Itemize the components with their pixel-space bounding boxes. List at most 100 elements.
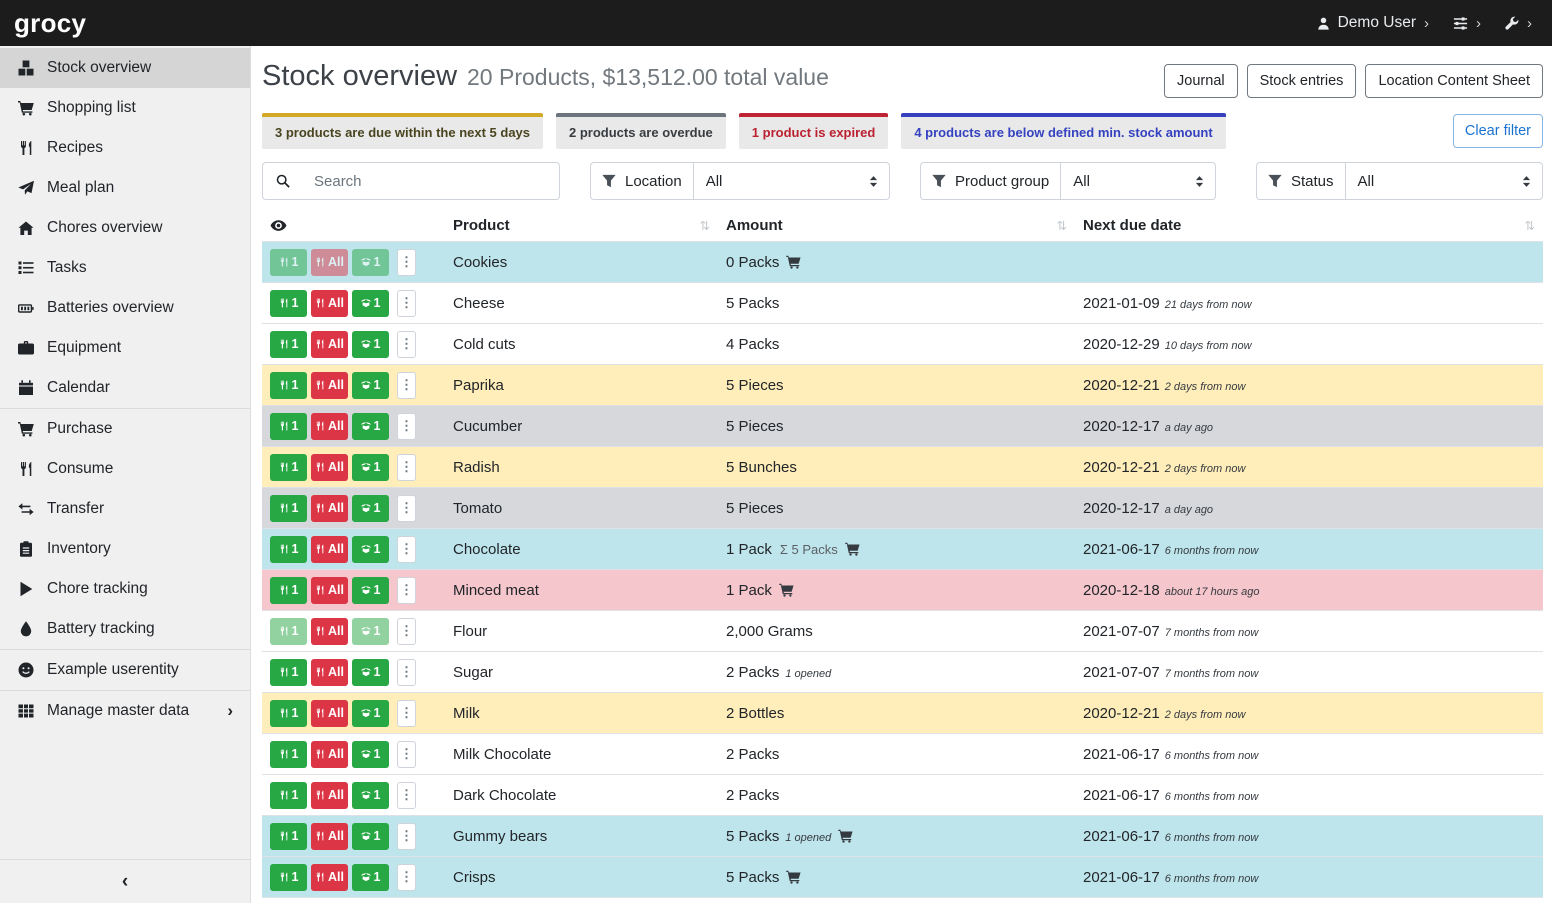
consume-one-button[interactable]: 1 xyxy=(270,331,307,358)
sidebar-item-chore-tracking[interactable]: Chore tracking xyxy=(0,569,250,609)
consume-all-button[interactable]: All xyxy=(311,331,348,358)
row-menu-button[interactable]: ⋮ xyxy=(397,249,416,276)
consume-all-button[interactable]: All xyxy=(311,454,348,481)
sidebar-item-equipment[interactable]: Equipment xyxy=(0,328,250,368)
row-menu-button[interactable]: ⋮ xyxy=(397,741,416,768)
consume-one-button[interactable]: 1 xyxy=(270,700,307,727)
open-one-button[interactable]: 1 xyxy=(352,249,389,276)
consume-one-button[interactable]: 1 xyxy=(270,495,307,522)
consume-all-button[interactable]: All xyxy=(311,290,348,317)
row-menu-button[interactable]: ⋮ xyxy=(397,577,416,604)
consume-all-button[interactable]: All xyxy=(311,495,348,522)
consume-one-button[interactable]: 1 xyxy=(270,823,307,850)
sidebar-item-recipes[interactable]: Recipes xyxy=(0,128,250,168)
open-one-button[interactable]: 1 xyxy=(352,290,389,317)
open-one-button[interactable]: 1 xyxy=(352,536,389,563)
consume-all-button[interactable]: All xyxy=(311,536,348,563)
open-one-button[interactable]: 1 xyxy=(352,864,389,891)
sidebar-item-battery-tracking[interactable]: Battery tracking xyxy=(0,609,250,649)
product-column-header[interactable]: Product ⇅ xyxy=(445,214,718,242)
row-menu-button[interactable]: ⋮ xyxy=(397,536,416,563)
status-filter-select[interactable]: All xyxy=(1346,163,1542,199)
consume-one-button[interactable]: 1 xyxy=(270,249,307,276)
location-content-sheet-button[interactable]: Location Content Sheet xyxy=(1365,64,1543,98)
consume-one-button[interactable]: 1 xyxy=(270,290,307,317)
consume-one-button[interactable]: 1 xyxy=(270,372,307,399)
open-one-button[interactable]: 1 xyxy=(352,823,389,850)
consume-one-button[interactable]: 1 xyxy=(270,741,307,768)
amount-column-header[interactable]: Amount ⇅ xyxy=(718,214,1075,242)
settings-menu[interactable]: › xyxy=(1453,16,1481,31)
row-menu-button[interactable]: ⋮ xyxy=(397,372,416,399)
consume-all-button[interactable]: All xyxy=(311,249,348,276)
open-one-button[interactable]: 1 xyxy=(352,331,389,358)
stock-entries-button[interactable]: Stock entries xyxy=(1247,64,1357,98)
row-menu-button[interactable]: ⋮ xyxy=(397,454,416,481)
location-filter-select[interactable]: All xyxy=(694,163,889,199)
row-menu-button[interactable]: ⋮ xyxy=(397,618,416,645)
status-banner-expired[interactable]: 1 product is expired xyxy=(739,113,889,149)
user-menu[interactable]: Demo User › xyxy=(1317,14,1429,32)
status-banner-overdue[interactable]: 2 products are overdue xyxy=(556,113,726,149)
open-one-button[interactable]: 1 xyxy=(352,700,389,727)
row-menu-button[interactable]: ⋮ xyxy=(397,495,416,522)
open-one-button[interactable]: 1 xyxy=(352,372,389,399)
sidebar-collapse-button[interactable]: ‹ xyxy=(0,859,250,903)
open-one-button[interactable]: 1 xyxy=(352,454,389,481)
consume-all-button[interactable]: All xyxy=(311,782,348,809)
grocy-logo[interactable]: grocy xyxy=(14,8,86,39)
open-one-button[interactable]: 1 xyxy=(352,782,389,809)
consume-one-button[interactable]: 1 xyxy=(270,864,307,891)
consume-all-button[interactable]: All xyxy=(311,741,348,768)
consume-all-button[interactable]: All xyxy=(311,577,348,604)
row-menu-button[interactable]: ⋮ xyxy=(397,413,416,440)
consume-one-button[interactable]: 1 xyxy=(270,536,307,563)
consume-one-button[interactable]: 1 xyxy=(270,782,307,809)
consume-all-button[interactable]: All xyxy=(311,864,348,891)
row-menu-button[interactable]: ⋮ xyxy=(397,864,416,891)
visibility-column-header[interactable] xyxy=(262,214,445,242)
consume-all-button[interactable]: All xyxy=(311,659,348,686)
clear-filter-button[interactable]: Clear filter xyxy=(1453,114,1543,148)
consume-one-button[interactable]: 1 xyxy=(270,413,307,440)
sidebar-item-batteries-overview[interactable]: Batteries overview xyxy=(0,288,250,328)
open-one-button[interactable]: 1 xyxy=(352,413,389,440)
consume-all-button[interactable]: All xyxy=(311,700,348,727)
search-input[interactable] xyxy=(303,163,559,199)
sidebar-item-calendar[interactable]: Calendar xyxy=(0,368,250,408)
consume-all-button[interactable]: All xyxy=(311,618,348,645)
sidebar-item-inventory[interactable]: Inventory xyxy=(0,529,250,569)
consume-one-button[interactable]: 1 xyxy=(270,659,307,686)
consume-all-button[interactable]: All xyxy=(311,372,348,399)
sidebar-item-shopping-list[interactable]: Shopping list xyxy=(0,88,250,128)
sidebar-item-meal-plan[interactable]: Meal plan xyxy=(0,168,250,208)
sidebar-item-tasks[interactable]: Tasks xyxy=(0,248,250,288)
due-date-column-header[interactable]: Next due date ⇅ xyxy=(1075,214,1543,242)
sidebar-item-manage-master-data[interactable]: Manage master data› xyxy=(0,691,250,731)
row-menu-button[interactable]: ⋮ xyxy=(397,823,416,850)
open-one-button[interactable]: 1 xyxy=(352,741,389,768)
row-menu-button[interactable]: ⋮ xyxy=(397,290,416,317)
open-one-button[interactable]: 1 xyxy=(352,577,389,604)
admin-menu[interactable]: › xyxy=(1505,16,1532,31)
sidebar-item-transfer[interactable]: Transfer xyxy=(0,489,250,529)
status-banner-belowmin[interactable]: 4 products are below defined min. stock … xyxy=(901,113,1225,149)
open-one-button[interactable]: 1 xyxy=(352,659,389,686)
consume-one-button[interactable]: 1 xyxy=(270,618,307,645)
sidebar-item-stock-overview[interactable]: Stock overview xyxy=(0,48,250,88)
consume-one-button[interactable]: 1 xyxy=(270,454,307,481)
row-menu-button[interactable]: ⋮ xyxy=(397,659,416,686)
journal-button[interactable]: Journal xyxy=(1164,64,1238,98)
consume-one-button[interactable]: 1 xyxy=(270,577,307,604)
open-one-button[interactable]: 1 xyxy=(352,495,389,522)
status-banner-due[interactable]: 3 products are due within the next 5 day… xyxy=(262,113,543,149)
sidebar-item-consume[interactable]: Consume xyxy=(0,449,250,489)
row-menu-button[interactable]: ⋮ xyxy=(397,782,416,809)
consume-all-button[interactable]: All xyxy=(311,823,348,850)
product-group-filter-select[interactable]: All xyxy=(1061,163,1215,199)
sidebar-item-purchase[interactable]: Purchase xyxy=(0,409,250,449)
row-menu-button[interactable]: ⋮ xyxy=(397,331,416,358)
consume-all-button[interactable]: All xyxy=(311,413,348,440)
sidebar-item-example-userentity[interactable]: Example userentity xyxy=(0,650,250,690)
open-one-button[interactable]: 1 xyxy=(352,618,389,645)
